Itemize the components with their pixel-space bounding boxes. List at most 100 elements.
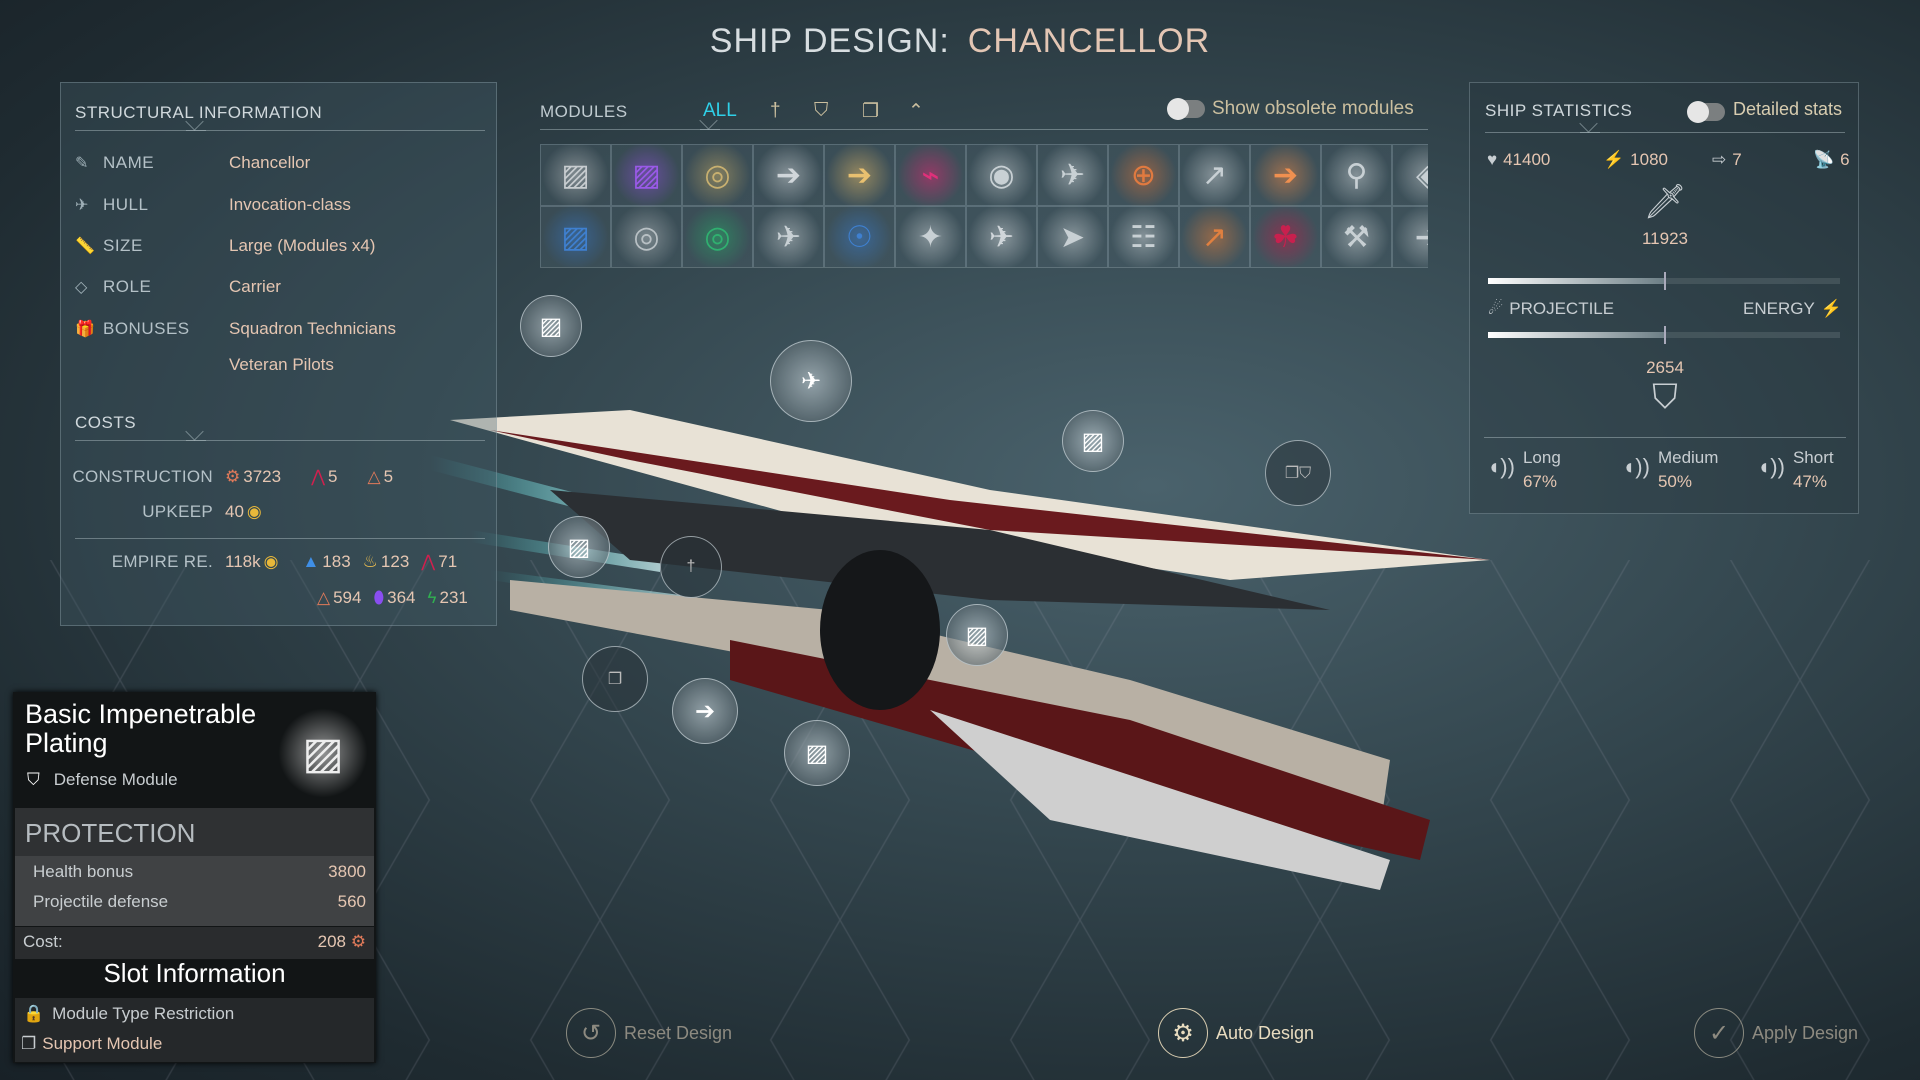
module-slot[interactable]: ◎ (682, 206, 753, 267)
range-icon: ◖)) (1622, 454, 1650, 479)
support-icon: ❐ (21, 1034, 37, 1053)
stat-defense: 2654 (1646, 358, 1684, 377)
show-obsolete-label: Show obsolete modules (1212, 98, 1414, 119)
tooltip-module-name: Basic Impenetrable Plating (25, 699, 257, 758)
struct-row-bonuses: 🎁 BONUSES Squadron Technicians (75, 319, 396, 338)
stat-crew: ⚡ 1080 (1603, 150, 1668, 169)
module-slot[interactable]: ✈ (966, 206, 1037, 267)
reset-design-button[interactable]: ↺ Reset Design (566, 1008, 732, 1058)
prop-value: 3800 (328, 862, 366, 881)
module-slot[interactable]: ⚒ (1321, 206, 1392, 267)
hardpoint-defense[interactable]: ▨ (946, 604, 1008, 666)
module-slot[interactable]: ▨ (540, 144, 611, 206)
bonus-veteran-pilots: Veteran Pilots (229, 355, 334, 374)
crystal-icon: ⬮ 364 (373, 588, 416, 607)
hardpoint-empty-weapon[interactable]: † (660, 536, 722, 598)
lock-icon: 🔒 (23, 1004, 45, 1023)
titanium-icon: △ 5 (367, 467, 394, 486)
module-tooltip: Basic Impenetrable Plating ▨ ⛉ Defense Mo… (13, 692, 376, 1063)
modules-header: MODULES (540, 102, 628, 121)
energy-label: ENERGY ⚡ (1743, 299, 1842, 318)
module-slot[interactable]: ▨ (540, 206, 611, 267)
module-slot[interactable]: ↗ (1179, 206, 1250, 267)
detailed-stats-toggle[interactable] (1687, 101, 1725, 123)
module-slot[interactable]: ➔ (824, 144, 895, 206)
module-slot[interactable]: ✈ (1037, 144, 1108, 206)
module-slot[interactable]: ⌁ (895, 144, 966, 206)
module-slot[interactable]: ◈ (1392, 144, 1428, 206)
plating-module-icon: ▨ (278, 708, 368, 798)
dust-icon: ◉ (246, 502, 262, 521)
module-slot[interactable]: ➔ (1392, 206, 1428, 267)
module-slot[interactable]: ➔ (1250, 144, 1321, 206)
struct-row-name: ✎ NAME Chancellor (75, 153, 311, 172)
module-slot[interactable]: ↗ (1179, 144, 1250, 206)
stat-speed: ⇨ 7 (1712, 150, 1742, 169)
hardpoint-empty-support-defense[interactable]: ❐⛉ (1265, 440, 1331, 506)
module-slot[interactable]: ☘ (1250, 206, 1321, 267)
range-icon: ◖)) (1487, 454, 1515, 479)
industry-icon: ⚙ (350, 932, 366, 951)
hardpoint-defense[interactable]: ▨ (784, 720, 850, 786)
hardpoint-defense[interactable]: ▨ (548, 516, 610, 578)
module-slot[interactable]: ➤ (1037, 206, 1108, 267)
ship-icon: ✈ (75, 197, 89, 214)
hardpoint-defense[interactable]: ▨ (520, 295, 582, 357)
cost-value: 208 ⚙ (317, 932, 366, 951)
tooltip-section: PROTECTION (25, 818, 196, 848)
upkeep-cost: UPKEEP 40 ◉ (142, 502, 262, 521)
structural-panel: STRUCTURAL INFORMATION ✎ NAME Chancellor ✈… (60, 82, 497, 626)
hardpoint-empty-support[interactable]: ❐ (582, 646, 648, 712)
hyperium-icon: ⋀ 71 (421, 552, 458, 571)
module-slot[interactable]: ▨ (611, 144, 682, 206)
range-long: ◖)) Long 67% (1487, 448, 1561, 491)
module-slot[interactable]: ☉ (824, 206, 895, 267)
ruler-icon: 📏 (75, 238, 95, 255)
empire-resources: EMPIRE RE. 118k ◉ ▲ 183 ♨ 123 ⋀ 71 (111, 552, 458, 571)
slot-restriction: 🔒 Module Type Restriction (23, 1004, 235, 1023)
sword-icon: 🗡 (1643, 183, 1687, 221)
module-slot[interactable]: ➔ (753, 144, 824, 206)
module-slot[interactable]: ◉ (966, 144, 1037, 206)
gift-icon: 🎁 (75, 321, 95, 338)
module-slot[interactable]: ⚲ (1321, 144, 1392, 206)
page-title: SHIP DESIGN: CHANCELLOR (709, 22, 1211, 60)
tab-engines[interactable]: ⌃ (908, 100, 924, 123)
module-slot[interactable]: ◎ (682, 144, 753, 206)
tab-weapons[interactable]: † (770, 100, 781, 122)
empire-resources-2: △ 594 ⬮ 364 ϟ 231 (309, 588, 468, 608)
show-obsolete-toggle[interactable] (1167, 98, 1205, 120)
reset-icon: ↺ (566, 1008, 616, 1058)
auto-design-button[interactable]: ⚙ Auto Design (1158, 1008, 1314, 1058)
tag-icon: ◇ (75, 279, 88, 296)
construction-cost: CONSTRUCTION ⚙ 3723 ⋀ 5 △ 5 (72, 467, 394, 486)
module-slot[interactable]: ◎ (611, 206, 682, 267)
prop-value: 560 (337, 892, 366, 911)
struct-row-hull: ✈ HULL Invocation-class (75, 195, 351, 214)
slot-info-header: Slot Information (103, 958, 286, 988)
module-slot[interactable]: ✈ (753, 206, 824, 267)
struct-row-role: ◇ ROLE Carrier (75, 277, 281, 296)
tooltip-module-type: ⛉ Defense Module (27, 770, 178, 789)
apply-design-button[interactable]: ✓ Apply Design (1694, 1008, 1858, 1058)
gear-icon: ⚙ (1158, 1008, 1208, 1058)
module-slot[interactable]: ☷ (1108, 206, 1179, 267)
hardpoint-defense[interactable]: ▨ (1062, 410, 1124, 472)
stat-detection: 📡 6 (1813, 150, 1850, 169)
tab-support[interactable]: ❐ (862, 100, 879, 123)
fire-icon: ♨ 123 (362, 552, 410, 571)
module-slot[interactable]: ✦ (895, 206, 966, 267)
radar-dish-icon: 📡 (1813, 150, 1835, 169)
projectile-icon: ☄ (1488, 299, 1504, 318)
range-icon: ◖)) (1757, 454, 1785, 479)
hardpoint-squadron[interactable]: ✈ (770, 340, 852, 422)
module-slot[interactable]: ⊕ (1108, 144, 1179, 206)
hardpoint-engine[interactable]: ➔ (672, 678, 738, 744)
industry-icon: ⚙ 3723 (225, 467, 282, 486)
prop-label: Health bonus (33, 862, 134, 881)
prop-label: Projectile defense (33, 892, 169, 911)
energy-icon: ⚡ (1820, 299, 1842, 318)
stat-attack: 11923 (1641, 229, 1688, 248)
tab-defense[interactable]: ⛉ (814, 100, 828, 122)
range-short: ◖)) Short 47% (1757, 448, 1834, 491)
